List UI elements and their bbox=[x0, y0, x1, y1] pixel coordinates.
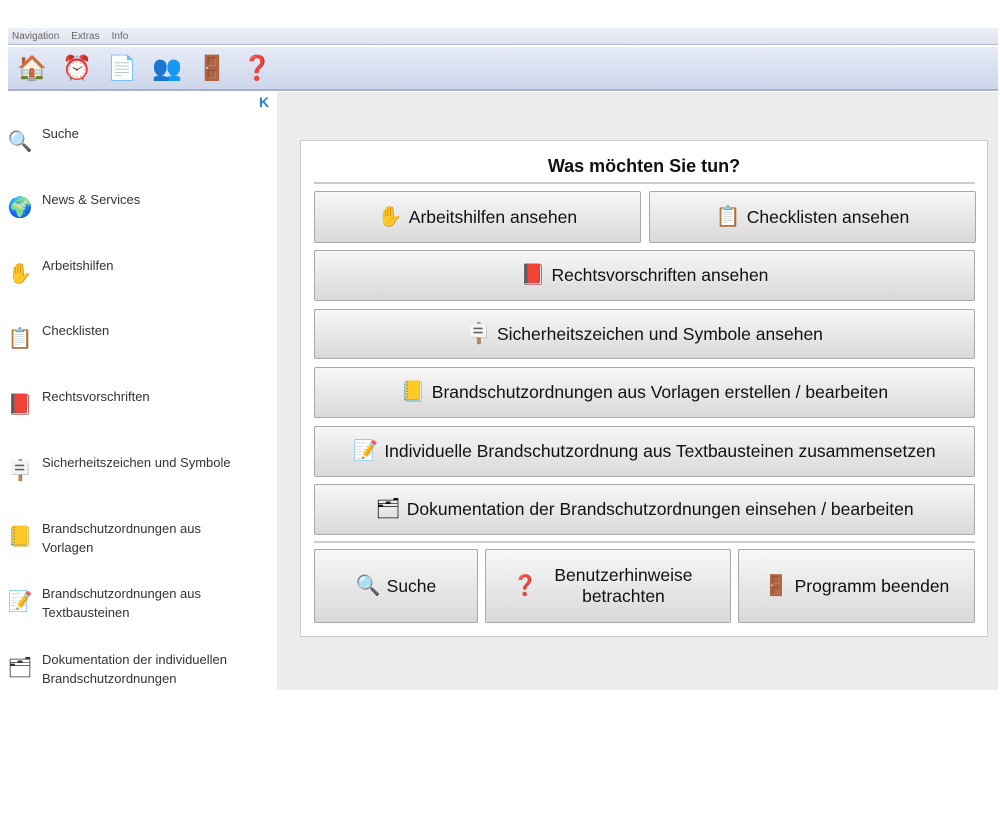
programm-beenden-icon: 🚪 bbox=[763, 574, 789, 597]
arbeitshilfen-icon: ✋ bbox=[7, 262, 33, 285]
dokumentation-button[interactable]: 🗂 Dokumentation der Brandschutzordnungen … bbox=[314, 484, 975, 535]
brandschutz-vorlagen-icon: 📒 bbox=[400, 381, 426, 403]
benutzerhinweise-icon: ❓ bbox=[512, 574, 538, 597]
sicherheitszeichen-icon: 🪧 bbox=[7, 459, 33, 482]
divider bbox=[314, 541, 975, 543]
sidebar-item-arbeitshilfen[interactable]: ✋ Arbeitshilfen bbox=[6, 256, 252, 288]
rechtsvorschriften-button[interactable]: 📕 Rechtsvorschriften ansehen bbox=[314, 250, 975, 301]
sidebar-item-dokumentation[interactable]: 🗂 Dokumentation der individuellen Brandsc… bbox=[6, 650, 252, 688]
arbeitshilfen-icon: ✋ bbox=[377, 205, 403, 228]
brandschutz-vorlagen-icon: 📒 bbox=[7, 525, 33, 548]
dokumentation-icon: 🗂 bbox=[7, 656, 33, 679]
divider bbox=[314, 182, 975, 184]
brandschutz-vorlagen-button[interactable]: 📒 Brandschutzordnungen aus Vorlagen erste… bbox=[314, 367, 975, 418]
suche-button[interactable]: 🔍 Suche bbox=[314, 549, 478, 623]
sicherheitszeichen-button[interactable]: 🪧 Sicherheitszeichen und Symbole ansehen bbox=[314, 309, 975, 359]
brandschutz-textbausteine-icon: 📝 bbox=[353, 440, 379, 462]
button-label: Individuelle Brandschutzordnung aus Text… bbox=[384, 441, 936, 461]
menu-info[interactable]: Info bbox=[112, 31, 129, 42]
sidebar-item-label: Dokumentation der individuellen Brandsch… bbox=[42, 652, 228, 686]
help-icon[interactable]: ❓ bbox=[241, 52, 273, 84]
sidebar-item-sicherheitszeichen[interactable]: 🪧 Sicherheitszeichen und Symbole bbox=[6, 453, 252, 485]
exit-door-icon[interactable]: 🚪 bbox=[196, 52, 228, 84]
button-label: Programm beenden bbox=[794, 575, 950, 596]
page-title: Was möchten Sie tun? bbox=[547, 156, 741, 176]
button-label: Brandschutzordnungen aus Vorlagen erstel… bbox=[431, 382, 889, 402]
arbeitshilfen-button[interactable]: ✋ Arbeitshilfen ansehen bbox=[314, 191, 641, 243]
rechtsvorschriften-icon: 📕 bbox=[520, 264, 546, 286]
brandschutz-textbausteine-button[interactable]: 📝 Individuelle Brandschutzordnung aus Tex… bbox=[314, 426, 975, 477]
sicherheitszeichen-icon: 🪧 bbox=[466, 322, 491, 345]
button-label: Benutzerhinweise betrachten bbox=[554, 565, 693, 606]
button-label: Checklisten ansehen bbox=[746, 206, 910, 227]
suche-icon: 🔍 bbox=[355, 574, 381, 597]
suche-icon: 🔍 bbox=[7, 130, 33, 153]
menu-bar: Navigation Extras Info bbox=[8, 28, 998, 45]
dokumentation-icon: 🗂 bbox=[375, 498, 401, 520]
checklisten-icon: 📋 bbox=[7, 327, 33, 350]
sidebar-item-label: Checklisten bbox=[42, 323, 110, 338]
alarm-clock-icon[interactable]: ⏰ bbox=[61, 52, 93, 84]
users-icon[interactable]: 👥 bbox=[151, 52, 183, 84]
rechtsvorschriften-icon: 📕 bbox=[7, 393, 33, 416]
programm-beenden-button[interactable]: 🚪 Programm beenden bbox=[738, 549, 975, 623]
checklisten-icon: 📋 bbox=[715, 205, 741, 228]
sidebar-item-label: Brandschutzordnungen aus Textbausteinen bbox=[42, 586, 202, 620]
sidebar-item-brandschutz-textbausteine[interactable]: 📝 Brandschutzordnungen aus Textbausteinen bbox=[6, 584, 252, 622]
sidebar-item-rechtsvorschriften[interactable]: 📕 Rechtsvorschriften bbox=[6, 387, 252, 419]
sidebar-item-label: News & Services bbox=[42, 192, 141, 207]
news-services-icon: 🌍 bbox=[7, 196, 33, 219]
button-label: Sicherheitszeichen und Symbole ansehen bbox=[497, 323, 823, 344]
sidebar-item-suche[interactable]: 🔍 Suche bbox=[6, 124, 252, 156]
toolbar: 🏠 ⏰ 📄 👥 🚪 ❓ bbox=[8, 47, 998, 91]
menu-navigation[interactable]: Navigation bbox=[12, 31, 59, 42]
button-label: Arbeitshilfen ansehen bbox=[408, 206, 578, 227]
sidebar-item-label: Brandschutzordnungen aus Vorlagen bbox=[42, 521, 202, 555]
sidebar-item-label: Sicherheitszeichen und Symbole bbox=[42, 455, 231, 470]
button-label: Rechtsvorschriften ansehen bbox=[551, 265, 769, 285]
menu-extras[interactable]: Extras bbox=[71, 31, 99, 42]
checklisten-button[interactable]: 📋 Checklisten ansehen bbox=[649, 191, 976, 243]
brandschutz-textbausteine-icon: 📝 bbox=[7, 590, 33, 613]
sidebar-item-news-services[interactable]: 🌍 News & Services bbox=[6, 190, 252, 222]
sidebar-item-checklisten[interactable]: 📋 Checklisten bbox=[6, 321, 252, 353]
home-icon[interactable]: 🏠 bbox=[16, 52, 48, 84]
button-label: Suche bbox=[386, 575, 437, 596]
benutzerhinweise-button[interactable]: ❓ Benutzerhinweise betrachten bbox=[485, 549, 731, 623]
sidebar-item-label: Rechtsvorschriften bbox=[42, 389, 150, 404]
sidebar-item-label: Arbeitshilfen bbox=[42, 258, 114, 273]
button-label: Dokumentation der Brandschutzordnungen e… bbox=[406, 499, 914, 519]
sidebar-item-label: Suche bbox=[42, 126, 79, 141]
collapse-sidebar-icon[interactable]: K bbox=[259, 94, 269, 110]
search-document-icon[interactable]: 📄 bbox=[106, 52, 138, 84]
sidebar-item-brandschutz-vorlagen[interactable]: 📒 Brandschutzordnungen aus Vorlagen bbox=[6, 519, 252, 557]
